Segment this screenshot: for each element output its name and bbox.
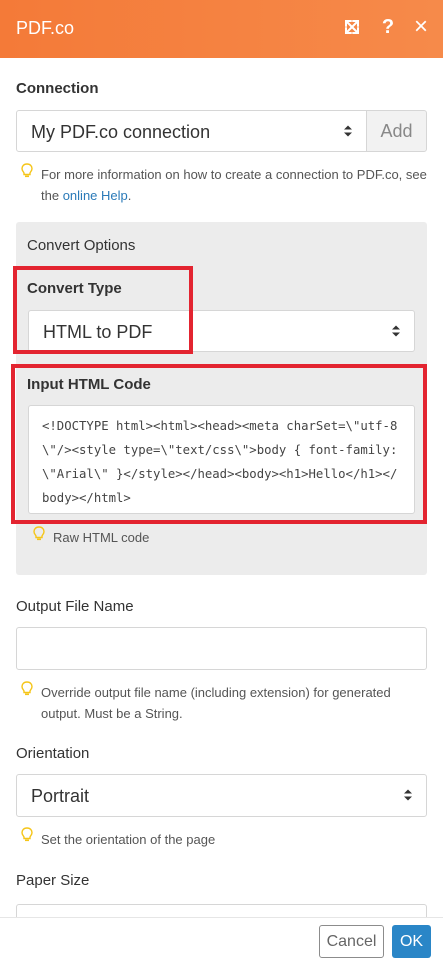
close-icon[interactable]: × <box>411 15 431 39</box>
orientation-selected-value: Portrait <box>31 786 90 806</box>
input-html-hint: Raw HTML code <box>53 530 150 545</box>
dialog-title: PDF.co <box>16 18 75 38</box>
output-file-name-label: Output File Name <box>16 598 134 615</box>
orientation-hint: Set the orientation of the page <box>41 832 216 847</box>
select-caret-icon <box>392 325 400 337</box>
output-file-name-hint: Override output file name (including ext… <box>41 685 391 721</box>
lightbulb-icon <box>21 681 33 696</box>
add-connection-button[interactable]: Add <box>366 110 427 152</box>
connection-hint: For more information on how to create a … <box>41 167 427 203</box>
connection-selected-value: My PDF.co connection <box>31 122 211 142</box>
lightbulb-icon <box>21 163 33 178</box>
input-html-highlight <box>11 364 427 524</box>
dialog-footer: Cancel OK <box>0 917 443 961</box>
paper-size-label: Paper Size <box>16 872 90 889</box>
select-caret-icon <box>404 789 412 801</box>
connection-select[interactable]: My PDF.co connection <box>16 110 367 152</box>
online-help-link[interactable]: online Help <box>63 188 128 203</box>
lightbulb-icon <box>21 827 33 842</box>
expand-icon[interactable] <box>342 16 362 38</box>
convert-type-highlight <box>13 266 193 354</box>
orientation-select[interactable]: Portrait <box>16 774 427 817</box>
ok-button[interactable]: OK <box>392 925 431 958</box>
output-file-name-input[interactable] <box>16 627 427 670</box>
orientation-label: Orientation <box>16 745 90 762</box>
connection-label: Connection <box>16 80 99 97</box>
convert-options-title: Convert Options <box>27 237 136 254</box>
lightbulb-icon <box>33 526 45 541</box>
select-caret-icon <box>344 125 352 137</box>
cancel-button[interactable]: Cancel <box>319 925 384 958</box>
help-icon[interactable]: ? <box>378 16 398 38</box>
dialog-header: PDF.co ? × <box>0 0 443 58</box>
